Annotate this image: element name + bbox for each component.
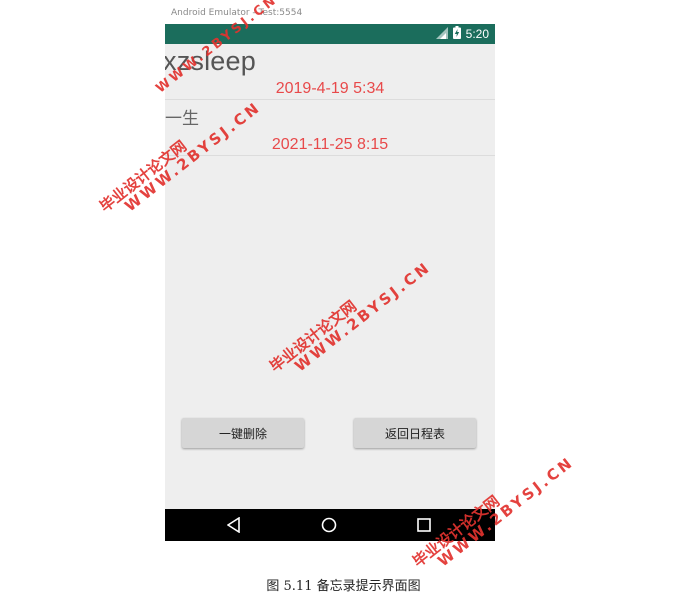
emulator-window-title: Android Emulator - Test:5554: [165, 0, 495, 24]
recents-icon[interactable]: [404, 509, 444, 541]
memo-item[interactable]: 2019-4-19 5:34: [165, 77, 495, 101]
memo-datetime: 2021-11-25 8:15: [271, 136, 389, 153]
figure-caption: 图 5.11 备忘录提示界面图: [266, 579, 421, 594]
memo-item[interactable]: 2021-11-25 8:15: [165, 133, 495, 157]
back-to-schedule-button[interactable]: 返回日程表: [354, 418, 476, 448]
delete-all-button[interactable]: 一键删除: [182, 418, 304, 448]
divider: [165, 155, 495, 156]
overlap-text: 一生: [165, 109, 199, 129]
divider: [165, 99, 495, 100]
navigation-bar: [165, 509, 495, 541]
status-bar: 5:20: [165, 24, 495, 44]
status-time: 5:20: [465, 27, 489, 41]
home-icon[interactable]: [309, 509, 349, 541]
emulator-screen: Android Emulator - Test:5554 5:20 xzslee…: [165, 0, 495, 541]
battery-icon: [452, 26, 461, 42]
app-title: xzsleep: [165, 46, 256, 76]
back-icon[interactable]: [214, 509, 254, 541]
memo-datetime: 2019-4-19 5:34: [275, 80, 385, 97]
signal-icon: [435, 26, 448, 42]
